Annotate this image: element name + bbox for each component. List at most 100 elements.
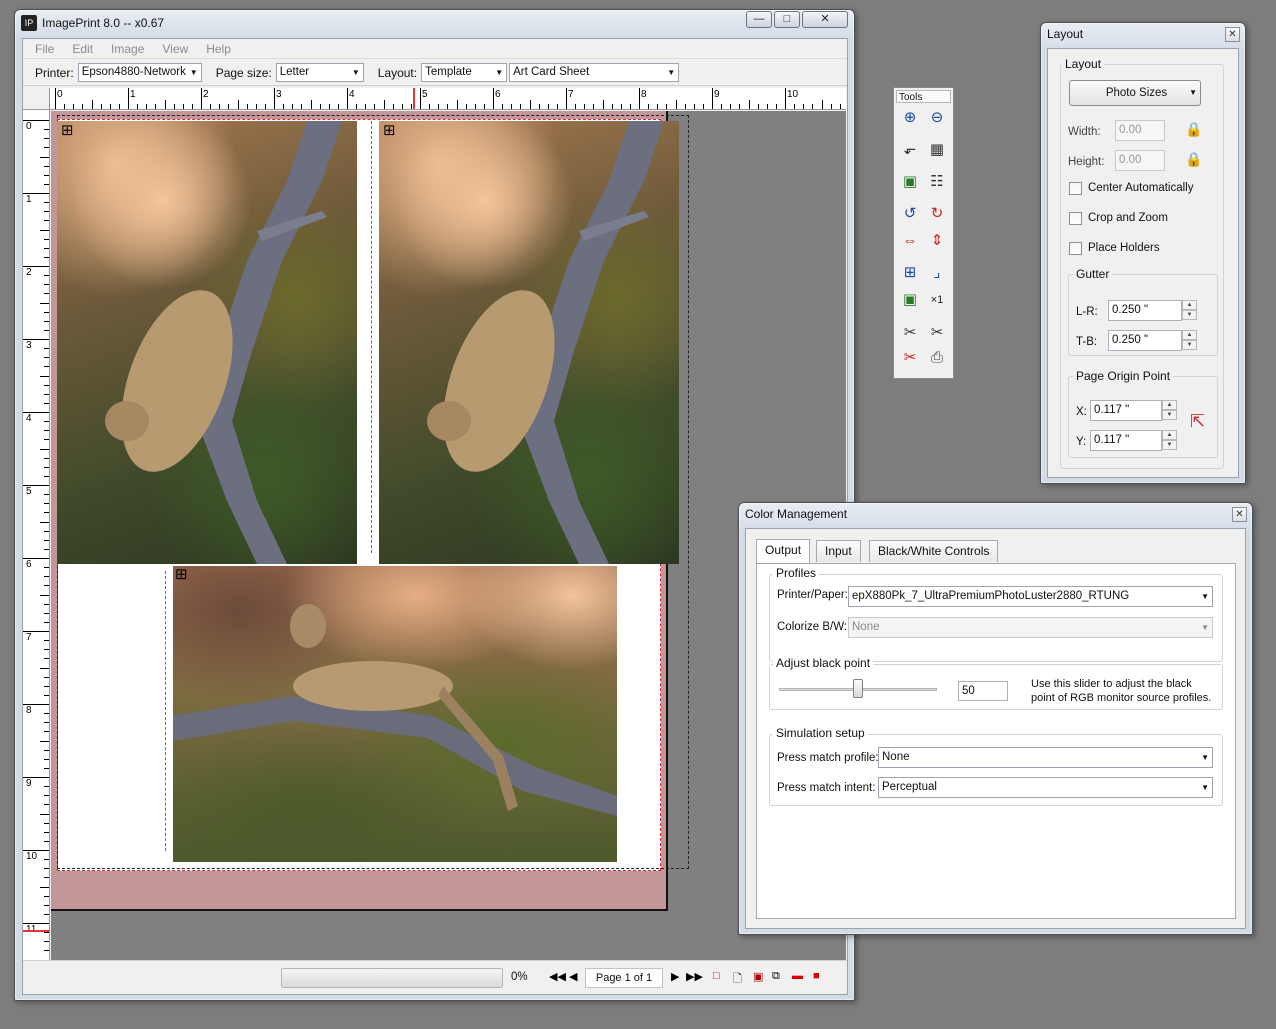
spin-up-icon[interactable]: ▲ (1182, 330, 1197, 340)
ruler-tick (201, 88, 202, 109)
width-field[interactable]: 0.00 (1115, 120, 1165, 141)
resize-icon[interactable]: ⬐ (899, 139, 921, 161)
menu-view[interactable]: View (162, 42, 188, 56)
copy-page-icon[interactable]: ⧉ (772, 970, 780, 983)
crop-marker-icon[interactable]: ⊞ (61, 123, 77, 139)
rotate-left-icon[interactable]: ↺ (899, 203, 921, 225)
spin-up-icon[interactable]: ▲ (1162, 430, 1177, 440)
ruler-tick (44, 384, 49, 386)
menu-help[interactable]: Help (206, 42, 231, 56)
spin-down-icon[interactable]: ▼ (1182, 340, 1197, 350)
scissors-alt-icon[interactable]: ✂ (926, 322, 948, 344)
ruler-tick (23, 631, 49, 632)
tb-field[interactable]: 0.250 " (1108, 330, 1182, 351)
ruler-tick (44, 548, 49, 550)
menu-image[interactable]: Image (111, 42, 144, 56)
leopard-photo-1[interactable] (57, 121, 357, 564)
page-border-icon[interactable]: ▣ (753, 970, 763, 983)
colorize-select[interactable]: None ▼ (848, 617, 1213, 638)
color-close-button[interactable]: ✕ (1232, 507, 1247, 522)
prev-page-button[interactable]: ◀ (569, 970, 577, 983)
layout-close-button[interactable]: ✕ (1225, 27, 1240, 42)
center-automatically-checkbox[interactable] (1069, 182, 1082, 195)
printer-paper-select[interactable]: epX880Pk_7_UltraPremiumPhotoLuster2880_R… (848, 586, 1213, 607)
black-point-slider-thumb[interactable] (853, 679, 863, 698)
ruler-tick (55, 88, 56, 109)
center-icon[interactable]: ⊞ (899, 262, 921, 284)
spin-up-icon[interactable]: ▲ (1162, 400, 1177, 410)
copies-icon[interactable]: ×1 (926, 289, 948, 311)
close-button[interactable]: ✕ (802, 11, 848, 28)
new-page-icon[interactable]: 🗋 (733, 970, 742, 989)
height-field[interactable]: 0.00 (1115, 150, 1165, 171)
frame-icon[interactable]: ▣ (899, 289, 921, 311)
menu-file[interactable]: File (35, 42, 54, 56)
scissors-icon[interactable]: ✂ (899, 322, 921, 344)
crop-marker-icon[interactable]: ⊞ (383, 123, 399, 139)
page-size-select[interactable]: Letter ▼ (275, 63, 364, 82)
y-field[interactable]: 0.117 " (1090, 430, 1162, 451)
printer-select[interactable]: Epson4880-Network ▼ (77, 63, 202, 82)
maximize-button[interactable]: □ (774, 11, 800, 28)
ruler-tick (310, 100, 312, 109)
menu-edit[interactable]: Edit (72, 42, 93, 56)
spin-down-icon[interactable]: ▼ (1182, 310, 1197, 320)
layout-titlebar[interactable]: Layout (1041, 23, 1245, 45)
fit-icon[interactable]: ▣ (899, 171, 921, 193)
template-select[interactable]: Art Card Sheet ▼ (509, 63, 680, 82)
ruler-tick (675, 100, 677, 109)
spin-down-icon[interactable]: ▼ (1162, 410, 1177, 420)
spin-down-icon[interactable]: ▼ (1162, 440, 1177, 450)
main-client: File Edit Image View Help Printer: Epson… (22, 38, 848, 995)
page-canvas[interactable]: ⊞ ⊞ ⊞ (51, 111, 846, 964)
leopard-photo-3[interactable] (173, 566, 617, 862)
press-profile-select[interactable]: None ▼ (878, 747, 1213, 768)
flip-horizontal-icon[interactable]: ⇔ (899, 230, 921, 252)
lr-field[interactable]: 0.250 " (1108, 300, 1182, 321)
crop-marker-icon[interactable]: ⊞ (175, 567, 191, 583)
tab-input[interactable]: Input (816, 540, 861, 562)
rotate-right-icon[interactable]: ↻ (926, 203, 948, 225)
main-titlebar[interactable]: IP ImagePrint 8.0 -- x0.67 (15, 10, 854, 36)
red-bar-icon[interactable]: ▬ (792, 970, 803, 982)
color-panel-body: Output Input Black/White Controls Profil… (745, 528, 1246, 929)
next-page-button[interactable]: ▶ (671, 970, 679, 983)
tab-input-label: Input (825, 544, 852, 558)
flip-vertical-icon[interactable]: ⇕ (926, 230, 948, 252)
origin-point-icon[interactable]: ⇱ (1190, 411, 1205, 432)
y-spinner[interactable]: ▲ ▼ (1162, 430, 1177, 451)
leopard-photo-2[interactable] (379, 121, 679, 564)
minimize-button[interactable]: — (746, 11, 772, 28)
tb-spinner[interactable]: ▲ ▼ (1182, 330, 1197, 351)
ruler-tick (164, 100, 166, 109)
photo-sizes-button[interactable]: Photo Sizes ▼ (1069, 80, 1201, 106)
x-field[interactable]: 0.117 " (1090, 400, 1162, 421)
tab-output[interactable]: Output (756, 539, 811, 563)
grid-icon[interactable]: ▦ (926, 139, 948, 161)
crop-and-zoom-checkbox[interactable] (1069, 212, 1082, 225)
spin-up-icon[interactable]: ▲ (1182, 300, 1197, 310)
progress-bar (281, 968, 503, 988)
tab-bw-controls[interactable]: Black/White Controls (869, 540, 999, 562)
tile-icon[interactable]: ☷ (926, 171, 948, 193)
last-page-button[interactable]: ▶▶ (686, 970, 703, 983)
first-page-button[interactable]: ◀◀ (549, 970, 566, 983)
black-point-field[interactable]: 50 (958, 681, 1008, 701)
x-spinner[interactable]: ▲ ▼ (1162, 400, 1177, 421)
lock-icon[interactable]: 🔒 (1185, 121, 1202, 138)
lr-spinner[interactable]: ▲ ▼ (1182, 300, 1197, 321)
printer-icon[interactable]: ⎙ (926, 347, 948, 369)
scissors-all-icon[interactable]: ✂ (899, 347, 921, 369)
press-intent-select[interactable]: Perceptual ▼ (878, 777, 1213, 798)
ruler-tick (502, 104, 504, 109)
zoom-in-icon[interactable]: ⊕ (899, 107, 921, 129)
crop-corner-icon[interactable]: ⌟ (926, 262, 948, 284)
ruler-label: 6 (495, 89, 501, 100)
place-holders-checkbox[interactable] (1069, 242, 1082, 255)
red-square-icon[interactable]: ■ (813, 970, 820, 982)
lock-icon[interactable]: 🔒 (1185, 151, 1202, 168)
color-titlebar[interactable]: Color Management (739, 503, 1252, 525)
page-frame-icon[interactable]: □ (713, 970, 720, 982)
layout-select[interactable]: Template ▼ (421, 63, 508, 82)
zoom-out-icon[interactable]: ⊖ (926, 107, 948, 129)
